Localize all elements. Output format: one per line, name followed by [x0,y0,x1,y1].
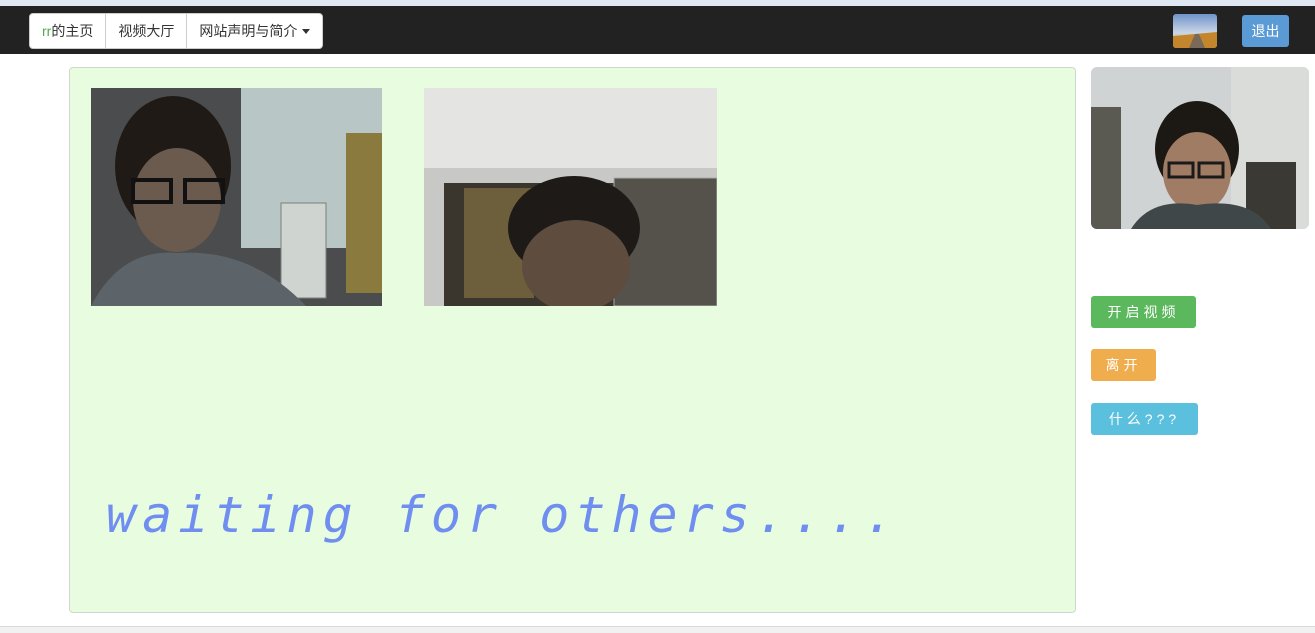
start-video-button[interactable]: 开启视频 [1091,296,1196,328]
user-avatar[interactable] [1173,14,1217,48]
video-room-panel: waiting for others.... [69,67,1076,613]
remote-video-1 [91,88,382,306]
logout-button[interactable]: 退出 [1242,15,1289,47]
top-navbar: rr 的主页 视频大厅 网站声明与简介 退出 [0,6,1315,54]
home-username: rr [42,23,52,39]
video-hall-label: 视频大厅 [118,23,175,39]
about-label: 网站声明与简介 [199,23,298,39]
nav-button-group: rr 的主页 视频大厅 网站声明与简介 [29,13,324,49]
local-video-preview [1091,67,1309,229]
nav-video-hall-button[interactable]: 视频大厅 [106,14,188,48]
home-label: 的主页 [51,23,94,39]
waiting-message: waiting for others.... [106,486,901,544]
nav-about-dropdown[interactable]: 网站声明与简介 [187,14,322,48]
leave-room-button[interactable]: 离开 [1091,349,1156,381]
what-button[interactable]: 什么??? [1091,403,1198,435]
caret-down-icon [302,28,311,34]
remote-video-2 [424,88,717,306]
nav-home-button[interactable]: rr 的主页 [30,14,107,48]
